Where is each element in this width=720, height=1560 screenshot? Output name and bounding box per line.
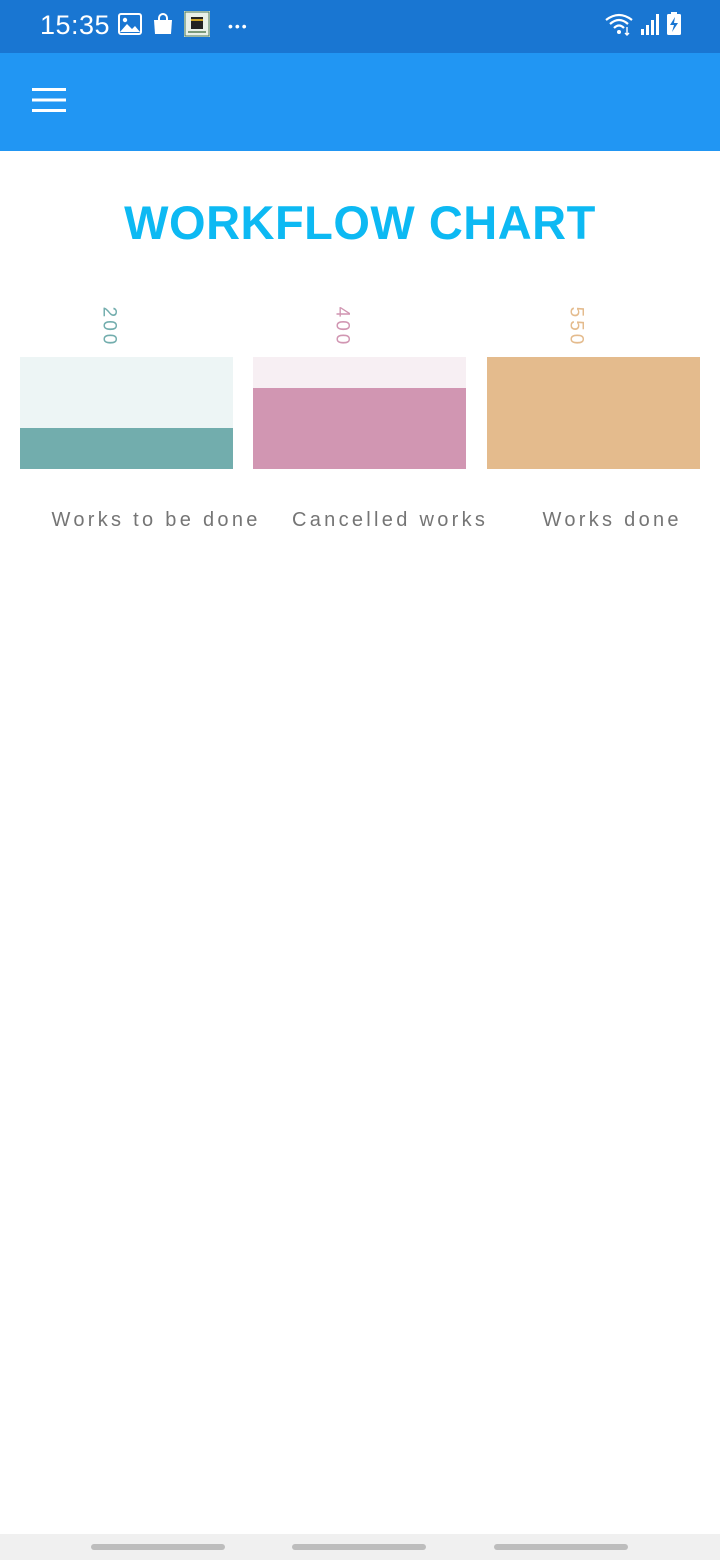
bar-value-label: 200 (97, 306, 119, 348)
content-area: WORKFLOW CHART 200 Works to be done 400 Can… (0, 151, 720, 1534)
nav-handle-center[interactable] (292, 1544, 426, 1550)
bar (20, 357, 233, 469)
bar-fill (487, 357, 700, 469)
bar-fill (253, 388, 466, 469)
bar-value-label: 550 (564, 306, 586, 348)
bar-value-label: 400 (330, 306, 352, 348)
shopping-bag-icon (152, 12, 174, 41)
kaaba-app-icon (184, 10, 210, 42)
category-label: Works done (542, 509, 682, 531)
more-dots-icon: ••• (228, 18, 249, 34)
status-icons-right (604, 11, 682, 41)
status-icons-left: ••• (118, 10, 249, 42)
nav-handle-left[interactable] (91, 1544, 225, 1550)
status-bar: 15:35 ••• (0, 0, 720, 53)
wifi-icon (604, 12, 634, 41)
bar (253, 357, 466, 469)
bar (487, 357, 700, 469)
category-label: Works to be done (51, 509, 261, 531)
category-label: Cancelled works (292, 509, 489, 531)
app-bar (0, 53, 720, 151)
nav-handle-right[interactable] (494, 1544, 628, 1550)
image-icon (118, 12, 142, 40)
signal-icon (640, 12, 660, 41)
navigation-bar (0, 1534, 720, 1560)
hamburger-menu-icon (32, 87, 66, 118)
status-time: 15:35 (40, 10, 111, 40)
bar-fill (20, 428, 233, 469)
chart-title: WORKFLOW CHART (124, 196, 596, 249)
menu-button[interactable] (22, 77, 76, 127)
battery-charging-icon (666, 11, 682, 41)
